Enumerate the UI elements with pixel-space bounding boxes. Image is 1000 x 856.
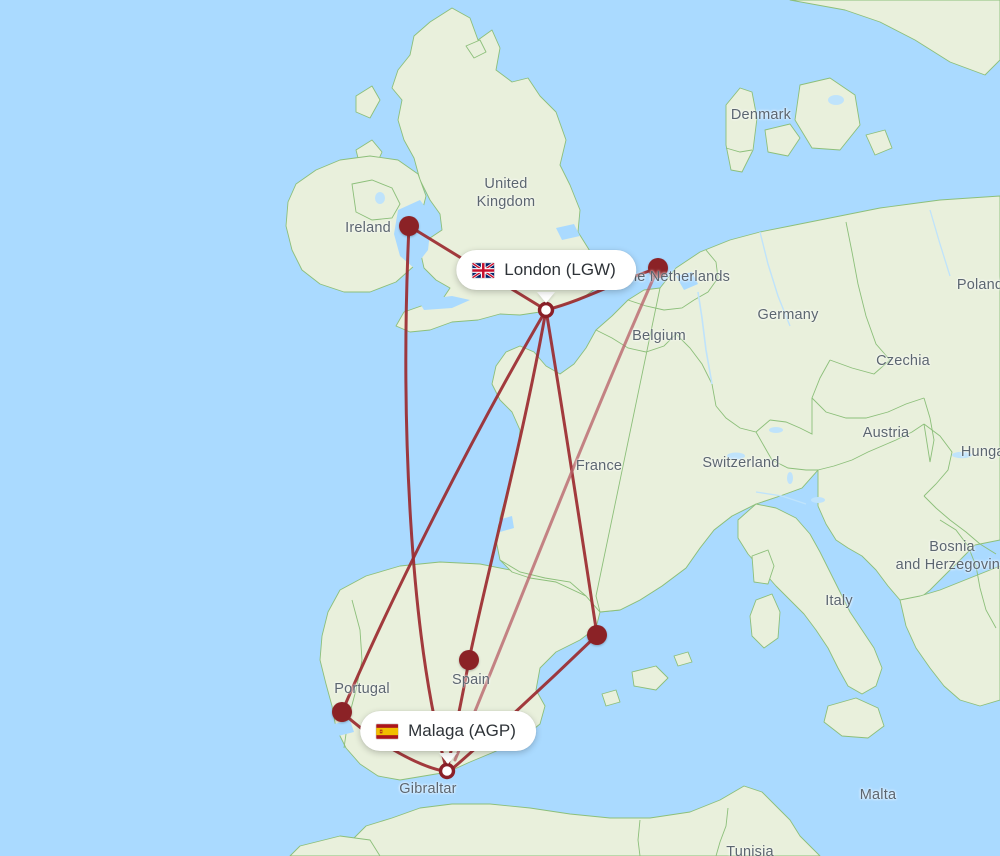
malaga-tooltip-tail [439,753,457,764]
lake-neagh [375,192,385,204]
agp-endpoint-marker[interactable] [438,762,456,780]
lake-vanern [828,95,844,105]
madrid-marker[interactable] [459,650,479,670]
lake-constance [769,427,783,433]
london-tooltip-label: London (LGW) [504,260,616,279]
lake-balaton [952,451,972,459]
flag-es-icon [376,723,399,739]
barcelona-marker[interactable] [587,625,607,645]
lisbon-marker[interactable] [332,702,352,722]
malaga-tooltip[interactable]: Malaga (AGP) [360,711,536,751]
london-tooltip-tail [537,292,555,303]
london-tooltip[interactable]: London (LGW) [456,250,636,290]
lagoon-venice [811,497,825,503]
flag-gb-icon [472,262,495,278]
lgw-endpoint-marker[interactable] [537,301,555,319]
lake-geneva [727,452,745,460]
lake-garda [787,472,793,484]
dublin-marker[interactable] [399,216,419,236]
malaga-tooltip-label: Malaga (AGP) [408,721,516,740]
flight-route-map[interactable]: Ireland United Kingdom Denmark The Netherla… [0,0,1000,856]
amsterdam-marker[interactable] [648,258,668,278]
